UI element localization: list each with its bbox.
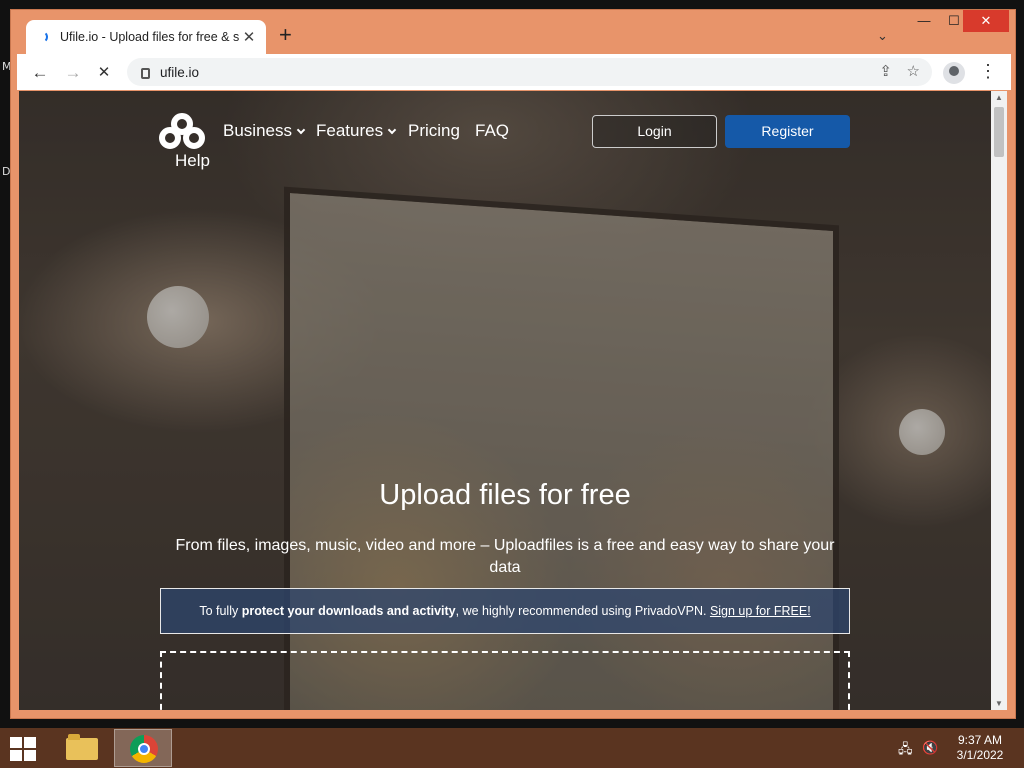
start-icon-pane [10,737,22,748]
chrome-taskbar-button[interactable] [114,729,172,767]
taskbar: 🖧 🔇 9:37 AM 3/1/2022 [0,728,1024,768]
network-icon[interactable]: 🖧 [898,740,913,762]
vpn-banner-text: To fully [199,604,242,618]
file-explorer-taskbar-icon[interactable] [60,730,104,766]
volume-muted-icon[interactable]: 🔇 [922,740,938,756]
scroll-down-arrow-icon[interactable]: ▼ [995,699,1003,708]
login-button[interactable]: Login [592,115,717,148]
profile-avatar-icon[interactable] [943,62,965,84]
nav-help-link[interactable]: Help [175,151,210,171]
new-tab-button[interactable]: + [279,24,292,46]
start-icon-pane [24,737,36,748]
chevron-down-icon [296,125,306,135]
register-button[interactable]: Register [725,115,850,148]
tab-search-chevron-icon[interactable]: ⌄ [877,28,888,44]
browser-tab[interactable]: Ufile.io - Upload files for free & s ✕ [26,20,266,54]
chrome-icon [130,735,158,763]
minimize-button[interactable]: — [909,10,939,32]
address-bar[interactable]: ufile.io ⇪ ☆ [127,58,932,86]
chevron-down-icon [387,125,397,135]
vpn-promo-banner: To fully protect your downloads and acti… [160,588,850,634]
logo-ring-top [171,113,193,135]
tab-close-icon[interactable]: ✕ [240,28,258,46]
file-drop-zone[interactable] [160,651,850,710]
page-viewport: Help Business Features Pricing FAQ Login… [19,91,991,710]
windows-start-icon[interactable] [6,734,38,762]
back-arrow-icon[interactable]: ← [29,62,51,84]
page-scrollbar[interactable]: ▲ ▼ [991,91,1007,710]
forward-arrow-icon[interactable]: → [62,62,84,84]
browser-menu-icon[interactable]: ⋮ [979,60,997,82]
browser-window: Ufile.io - Upload files for free & s ✕ +… [10,9,1016,719]
stop-loading-icon[interactable]: ✕ [93,62,115,84]
bookmark-star-icon[interactable]: ☆ [907,62,920,80]
system-clock[interactable]: 9:37 AM 3/1/2022 [950,733,1010,763]
tab-title: Ufile.io - Upload files for free & s [60,30,240,44]
clock-time: 9:37 AM [957,733,1003,747]
close-window-button[interactable]: ✕ [963,10,1009,32]
url-text[interactable]: ufile.io [160,65,199,80]
vpn-banner-text: , we highly recommended using PrivadoVPN… [455,604,710,618]
ufile-logo-icon[interactable] [159,113,207,151]
start-icon-pane [10,750,22,761]
share-icon[interactable]: ⇪ [879,62,892,80]
lock-icon[interactable] [141,67,150,79]
hero-title: Upload files for free [379,479,631,511]
nav-business-menu[interactable]: Business [223,121,306,141]
nav-business-label: Business [223,121,292,140]
hero-subtitle: From files, images, music, video and mor… [175,537,835,576]
browser-toolbar: ← → ✕ ufile.io ⇪ ☆ ⋮ [17,54,1011,90]
nav-faq-link[interactable]: FAQ [475,121,509,141]
nav-features-menu[interactable]: Features [316,121,397,141]
scroll-up-arrow-icon[interactable]: ▲ [995,93,1003,102]
start-icon-pane [24,750,36,761]
nav-pricing-link[interactable]: Pricing [408,121,460,141]
vpn-signup-link[interactable]: Sign up for FREE! [710,604,811,618]
title-bar: Ufile.io - Upload files for free & s ✕ +… [11,10,1015,54]
clock-date: 3/1/2022 [956,748,1004,762]
nav-features-label: Features [316,121,384,140]
loading-spinner-icon [36,31,48,43]
scroll-thumb[interactable] [994,107,1004,157]
vpn-banner-bold-text: protect your downloads and activity [241,604,456,618]
folder-icon [66,734,98,760]
